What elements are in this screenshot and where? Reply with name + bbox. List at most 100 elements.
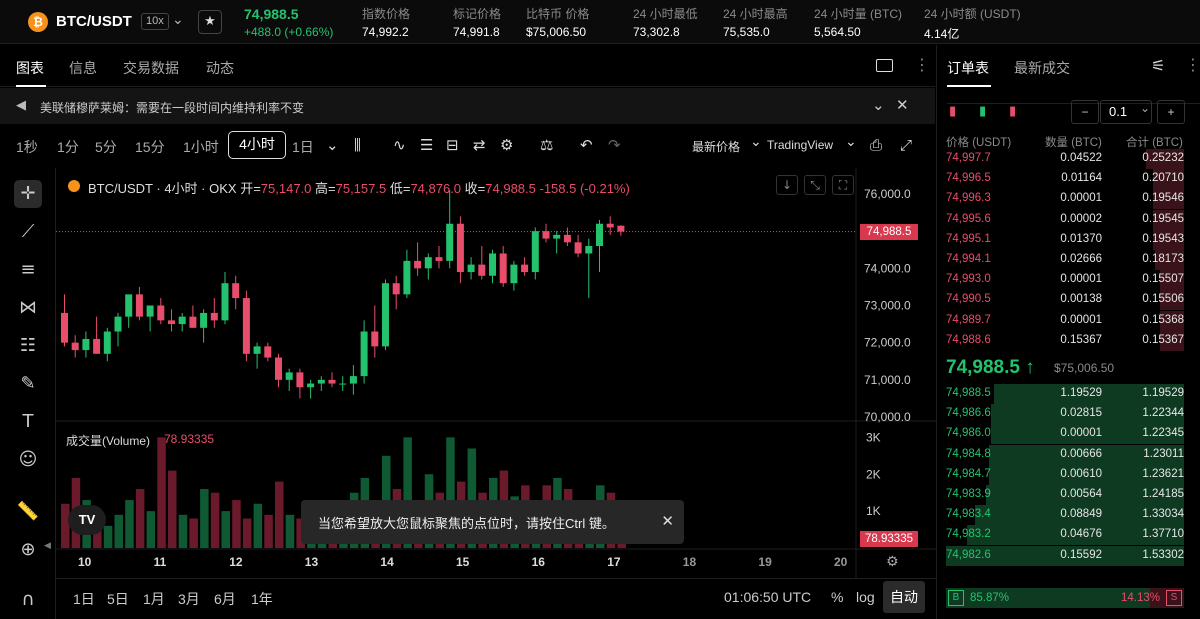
ask-row[interactable]: 74,996.5 0.01164 0.20710	[946, 169, 1184, 190]
caret-icon[interactable]: ◀	[44, 540, 51, 551]
tick-decrease-button[interactable]: −	[1071, 100, 1099, 124]
view-both-icon[interactable]: ▮	[949, 104, 956, 119]
compare-icon[interactable]: ⚖	[540, 136, 553, 154]
ask-row[interactable]: 74,995.1 0.01370 0.19543	[946, 229, 1184, 250]
range-5d[interactable]: 5日	[107, 589, 129, 609]
price-type-select[interactable]: 最新价格	[692, 138, 740, 155]
settings-icon[interactable]: ⚙	[886, 554, 899, 570]
tab-trading-data[interactable]: 交易数据	[123, 58, 179, 78]
tab-chart[interactable]: 图表	[16, 58, 44, 78]
bid-row[interactable]: 74,988.5 1.19529 1.19529	[946, 384, 1184, 404]
timeframe-4h[interactable]: 4小时	[228, 131, 286, 159]
timeframe-5m[interactable]: 5分	[95, 137, 117, 157]
ask-row[interactable]: 74,995.6 0.00002 0.19545	[946, 209, 1184, 230]
news-text[interactable]: 美联储穆萨莱姆：需要在一段时间内维持利率不变	[40, 99, 304, 116]
replay-icon[interactable]: ⇄	[473, 136, 486, 154]
undo-icon[interactable]: ↶	[580, 136, 593, 154]
chevron-down-icon[interactable]: ⌄	[872, 96, 885, 114]
bid-row[interactable]: 74,982.6 0.15592 1.53302	[946, 545, 1184, 566]
view-bids-icon[interactable]: ▮	[979, 104, 986, 119]
tab-info[interactable]: 信息	[69, 58, 97, 78]
text-icon[interactable]: T	[14, 408, 42, 436]
tab-order-book[interactable]: 订单表	[947, 58, 989, 78]
bid-row[interactable]: 74,983.4 0.08849 1.33034	[946, 505, 1184, 526]
btc-price-label[interactable]: 比特币 价格	[526, 5, 589, 22]
ask-row[interactable]: 74,997.7 0.04522 0.25232	[946, 149, 1184, 169]
ask-row[interactable]: 74,988.6 0.15367 0.15367	[946, 330, 1184, 351]
percent-toggle[interactable]: %	[831, 589, 843, 605]
magnet-icon[interactable]: ∩	[14, 586, 42, 614]
news-banner[interactable]: ◀ 美联储穆萨莱姆：需要在一段时间内维持利率不变 ⌄ ✕	[0, 88, 935, 124]
index-price-label[interactable]: 指数价格	[362, 5, 410, 22]
chevron-down-icon[interactable]: ⌄	[750, 134, 762, 150]
brush-icon[interactable]: ✎	[14, 370, 42, 398]
pattern-icon[interactable]: ⋈	[14, 294, 42, 322]
tab-feed[interactable]: 动态	[206, 58, 234, 78]
auto-scale-toggle[interactable]: 自动	[883, 581, 925, 613]
candle-type-icon[interactable]: ⫼	[354, 136, 361, 154]
timeframe-1m[interactable]: 1分	[57, 137, 79, 157]
bid-row[interactable]: 74,986.0 0.00001 1.22345	[946, 424, 1184, 445]
chevron-down-icon[interactable]: ⌄	[1140, 101, 1150, 115]
fib-icon[interactable]: ☷	[14, 332, 42, 360]
trendline-icon[interactable]: ⟋	[14, 218, 42, 246]
chart-source-select[interactable]: TradingView	[767, 138, 833, 152]
date-tick: 12	[229, 555, 243, 569]
fullscreen-icon[interactable]: ⤢	[900, 136, 912, 154]
candle-body	[232, 283, 240, 299]
window-icon[interactable]	[876, 59, 893, 72]
ask-row[interactable]: 74,990.5 0.00138 0.15506	[946, 290, 1184, 311]
bid-row[interactable]: 74,983.2 0.04676 1.37710	[946, 525, 1184, 546]
more-icon[interactable]: ⋮	[1185, 55, 1200, 74]
utc-clock[interactable]: 01:06:50 UTC	[724, 589, 811, 605]
timeframe-1h[interactable]: 1小时	[183, 137, 219, 157]
tick-increase-button[interactable]: +	[1157, 100, 1185, 124]
maximize-icon[interactable]: ⛶	[832, 175, 854, 195]
mark-price-label[interactable]: 标记价格	[453, 5, 501, 22]
gear-icon[interactable]: ⚙	[500, 136, 513, 154]
redo-icon[interactable]: ↷	[608, 136, 621, 154]
emoji-icon[interactable]: ☺	[14, 446, 42, 474]
range-1y[interactable]: 1年	[251, 589, 273, 609]
view-asks-icon[interactable]: ▮	[1009, 104, 1016, 119]
ask-row[interactable]: 74,993.0 0.00001 0.15507	[946, 270, 1184, 291]
bid-row[interactable]: 74,984.8 0.00666 1.23011	[946, 444, 1184, 465]
more-icon[interactable]: ⋮	[914, 55, 930, 74]
chevron-down-icon[interactable]: ⌄	[845, 134, 857, 150]
camera-icon[interactable]: ⎙	[870, 136, 882, 154]
template-icon[interactable]: ⊟	[446, 136, 459, 154]
timeframe-1d[interactable]: 1日	[292, 137, 314, 157]
chevron-down-icon[interactable]: ⌄	[326, 136, 339, 154]
bid-row[interactable]: 74,986.6 0.02815 1.22344	[946, 404, 1184, 425]
range-1d[interactable]: 1日	[73, 589, 95, 609]
leverage-badge[interactable]: 10x	[141, 13, 169, 30]
bid-row[interactable]: 74,983.9 0.00564 1.24185	[946, 485, 1184, 505]
close-icon[interactable]: ✕	[896, 96, 909, 114]
range-3m[interactable]: 3月	[178, 589, 200, 609]
timeframe-15m[interactable]: 15分	[135, 137, 165, 157]
sliders-icon[interactable]: ⚟	[1151, 56, 1165, 75]
chevron-down-icon[interactable]: ⌄	[172, 12, 184, 28]
pair-name[interactable]: BTC/USDT	[56, 13, 132, 30]
tab-latest-trades[interactable]: 最新成交	[1014, 58, 1070, 78]
layout-icon[interactable]: ☰	[420, 136, 433, 154]
ruler-icon[interactable]: 📏	[14, 498, 42, 526]
candle-body	[371, 331, 379, 347]
tradingview-logo[interactable]: TV	[68, 505, 106, 535]
range-6m[interactable]: 6月	[214, 589, 236, 609]
log-toggle[interactable]: log	[856, 589, 875, 605]
timeframe-1s[interactable]: 1秒	[16, 137, 38, 157]
range-1m[interactable]: 1月	[143, 589, 165, 609]
bid-row[interactable]: 74,984.7 0.00610 1.23621	[946, 464, 1184, 485]
ask-row[interactable]: 74,996.3 0.00001 0.19546	[946, 189, 1184, 210]
collapse-icon[interactable]: ⤡	[804, 175, 826, 195]
horizontal-lines-icon[interactable]: ≡	[14, 256, 42, 284]
crosshair-icon[interactable]: ✛	[14, 180, 42, 208]
close-icon[interactable]: ✕	[661, 512, 674, 530]
indicators-icon[interactable]: ∿	[393, 136, 406, 154]
zoom-in-icon[interactable]: ⊕	[14, 536, 42, 564]
ask-row[interactable]: 74,989.7 0.00001 0.15368	[946, 310, 1184, 331]
ask-row[interactable]: 74,994.1 0.02666 0.18173	[946, 250, 1184, 270]
arrow-down-icon[interactable]: ↓	[776, 175, 798, 195]
star-icon[interactable]: ★	[198, 10, 222, 34]
